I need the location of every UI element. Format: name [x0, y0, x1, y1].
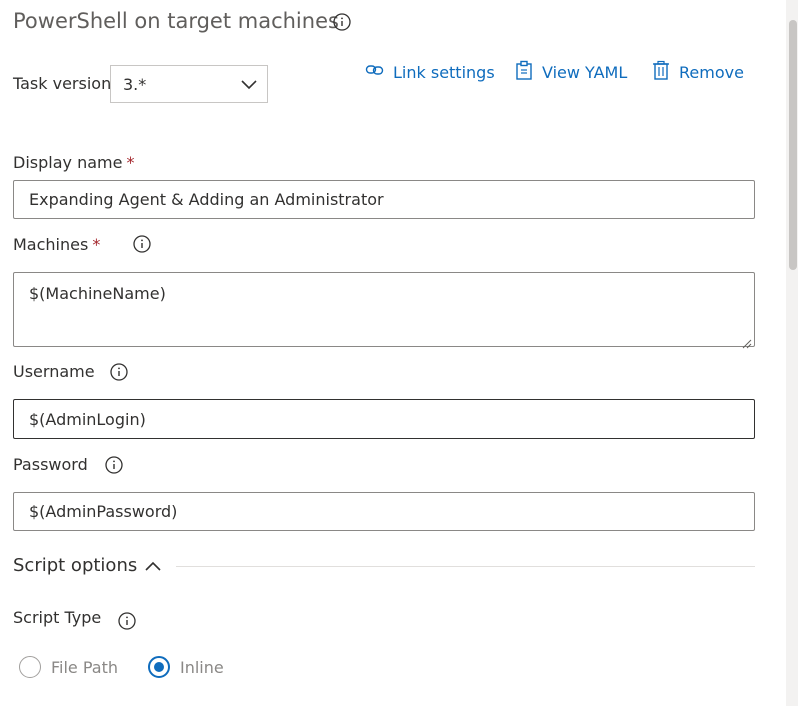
- machines-value: $(MachineName): [29, 284, 166, 303]
- task-version-select[interactable]: 3.*: [110, 65, 268, 103]
- resize-handle-icon[interactable]: [742, 334, 752, 349]
- machines-label: Machines *: [13, 235, 100, 254]
- chevron-down-icon: [241, 75, 257, 94]
- script-options-toggle[interactable]: Script options: [13, 555, 161, 576]
- machines-label-text: Machines: [13, 235, 89, 254]
- required-marker: *: [126, 153, 135, 172]
- task-version-value: 3.*: [123, 74, 147, 94]
- section-divider: [176, 566, 755, 567]
- info-icon[interactable]: [133, 235, 151, 257]
- link-settings-button[interactable]: Link settings: [365, 60, 495, 84]
- radio-label: Inline: [180, 657, 224, 677]
- remove-label: Remove: [679, 62, 744, 82]
- username-input[interactable]: $(AdminLogin): [13, 399, 755, 439]
- password-label: Password: [13, 455, 88, 474]
- script-type-label: Script Type: [13, 608, 102, 627]
- radio-label: File Path: [51, 657, 119, 677]
- view-yaml-label: View YAML: [542, 62, 628, 82]
- scrollbar-thumb[interactable]: [789, 20, 797, 270]
- radio-circle: [19, 656, 41, 678]
- trash-icon: [651, 60, 671, 84]
- info-icon[interactable]: [118, 612, 136, 634]
- display-name-input[interactable]: Expanding Agent & Adding an Administrato…: [13, 180, 755, 219]
- clipboard-icon: [514, 60, 534, 84]
- radio-file-path[interactable]: File Path: [19, 656, 118, 678]
- link-settings-label: Link settings: [393, 62, 495, 82]
- info-icon[interactable]: [333, 13, 351, 35]
- machines-textarea[interactable]: $(MachineName): [13, 272, 755, 349]
- display-name-value: Expanding Agent & Adding an Administrato…: [29, 190, 384, 209]
- script-options-title: Script options: [13, 555, 138, 576]
- username-label: Username: [13, 362, 95, 381]
- link-icon: [365, 60, 385, 84]
- display-name-label: Display name *: [13, 153, 134, 172]
- password-value: $(AdminPassword): [29, 502, 178, 521]
- view-yaml-button[interactable]: View YAML: [514, 60, 627, 84]
- chevron-up-icon: [145, 556, 161, 575]
- task-version-label: Task version: [13, 74, 112, 93]
- radio-inline[interactable]: Inline: [148, 656, 224, 678]
- username-value: $(AdminLogin): [29, 409, 146, 429]
- info-icon[interactable]: [105, 456, 123, 478]
- info-icon[interactable]: [110, 363, 128, 385]
- radio-circle-checked: [148, 656, 170, 678]
- password-input[interactable]: $(AdminPassword): [13, 492, 755, 531]
- remove-button[interactable]: Remove: [651, 60, 744, 84]
- display-name-label-text: Display name: [13, 153, 123, 172]
- required-marker: *: [92, 235, 101, 254]
- page-title: PowerShell on target machines: [13, 9, 339, 33]
